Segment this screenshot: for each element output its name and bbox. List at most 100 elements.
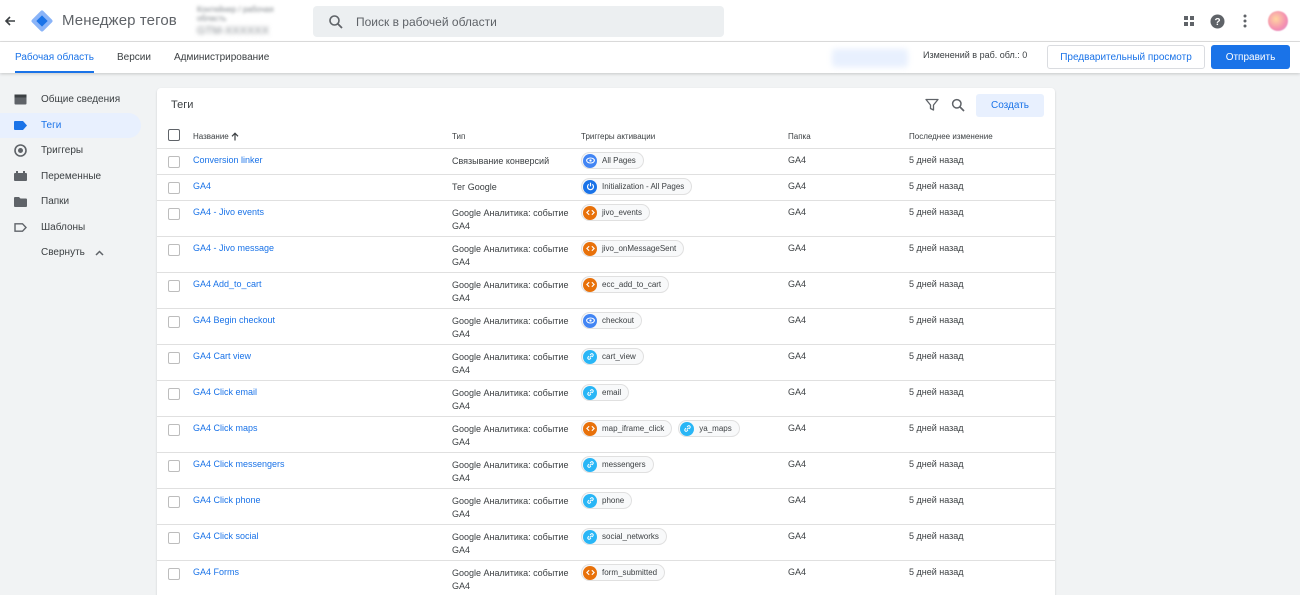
search-icon[interactable] xyxy=(951,98,965,112)
link-click-trigger-icon xyxy=(583,385,597,400)
trigger-chip[interactable]: cart_view xyxy=(581,348,644,365)
trigger-chip[interactable]: checkout xyxy=(581,312,643,329)
table-row[interactable]: GA4 Cart view Google Аналитика: событие G… xyxy=(157,345,1055,381)
submit-button[interactable]: Отправить xyxy=(1211,45,1290,69)
table-row[interactable]: GA4 Click messengers Google Аналитика: со… xyxy=(157,453,1055,489)
table-row[interactable]: GA4 Click social Google Аналитика: событи… xyxy=(157,525,1055,561)
sidebar-item-overview[interactable]: Общие сведения xyxy=(0,87,141,113)
row-checkbox[interactable] xyxy=(168,460,180,472)
table-row[interactable]: Conversion linker Связывание конверсий All… xyxy=(157,149,1055,175)
column-header-name[interactable]: Название xyxy=(193,132,239,141)
column-header-type[interactable]: Тип xyxy=(452,132,465,141)
tag-name-link[interactable]: GA4 Cart view xyxy=(193,351,251,361)
trigger-chip[interactable]: map_iframe_click xyxy=(581,420,673,437)
trigger-chip[interactable]: jivo_events xyxy=(581,204,651,221)
workspace-selector[interactable] xyxy=(832,49,908,67)
sidebar-item-triggers[interactable]: Триггеры xyxy=(0,138,141,164)
column-header-triggers[interactable]: Триггеры активации xyxy=(581,132,655,141)
trigger-chip[interactable]: ecc_add_to_cart xyxy=(581,276,670,293)
table-row[interactable]: GA4 Тег Google Initialization - All Pages G… xyxy=(157,175,1055,201)
trigger-label: cart_view xyxy=(602,352,636,361)
sidebar-item-folders[interactable]: Папки xyxy=(0,189,141,215)
tab-workspace[interactable]: Рабочая область xyxy=(7,42,102,73)
arrow-left-icon[interactable] xyxy=(0,0,20,42)
row-checkbox[interactable] xyxy=(168,532,180,544)
table-row[interactable]: GA4 Click maps Google Аналитика: событие … xyxy=(157,417,1055,453)
tab-admin[interactable]: Администрирование xyxy=(166,42,277,73)
table-row[interactable]: GA4 Forms Google Аналитика: событие GA4 fo… xyxy=(157,561,1055,595)
tag-name-link[interactable]: GA4 - Jivo events xyxy=(193,207,264,217)
trigger-chip[interactable]: messengers xyxy=(581,456,654,473)
tag-name-link[interactable]: GA4 Click maps xyxy=(193,423,258,433)
tag-folder: GA4 xyxy=(788,423,807,433)
row-checkbox[interactable] xyxy=(168,424,180,436)
row-checkbox[interactable] xyxy=(168,352,180,364)
tag-folder: GA4 xyxy=(788,207,807,217)
column-header-modified[interactable]: Последнее изменение xyxy=(909,132,993,141)
table-row[interactable]: GA4 Begin checkout Google Аналитика: собы… xyxy=(157,309,1055,345)
select-all-checkbox[interactable] xyxy=(168,129,180,141)
link-click-trigger-icon xyxy=(583,349,597,364)
trigger-chip[interactable]: social_networks xyxy=(581,528,667,545)
account-selector[interactable]: Контейнер / рабочая область GTM-XXXXXX xyxy=(197,5,297,37)
tag-folder: GA4 xyxy=(788,495,807,505)
trigger-label: phone xyxy=(602,496,625,505)
sidebar-item-tags[interactable]: Теги xyxy=(0,112,141,138)
tab-versions[interactable]: Версии xyxy=(109,42,159,73)
filter-icon[interactable] xyxy=(925,98,939,112)
workspace-search[interactable]: Поиск в рабочей области xyxy=(313,6,724,37)
more-vert-icon[interactable] xyxy=(1232,8,1258,34)
tag-type: Google Аналитика: событие GA4 xyxy=(452,496,569,519)
trigger-chip[interactable]: email xyxy=(581,384,630,401)
trigger-chip[interactable]: jivo_onMessageSent xyxy=(581,240,685,257)
preview-button[interactable]: Предварительный просмотр xyxy=(1047,45,1205,69)
card-header: Теги Создать xyxy=(157,88,1055,122)
trigger-label: jivo_events xyxy=(602,208,643,217)
table-row[interactable]: GA4 Click email Google Аналитика: событие… xyxy=(157,381,1055,417)
tag-name-link[interactable]: GA4 Click messengers xyxy=(193,459,285,469)
tag-name-link[interactable]: Conversion linker xyxy=(193,155,263,165)
sidebar-item-templates[interactable]: Шаблоны xyxy=(0,215,141,241)
row-checkbox[interactable] xyxy=(168,316,180,328)
tag-name-link[interactable]: GA4 - Jivo message xyxy=(193,243,274,253)
help-icon[interactable]: ? xyxy=(1204,8,1230,34)
trigger-chip[interactable]: phone xyxy=(581,492,633,509)
row-checkbox[interactable] xyxy=(168,280,180,292)
trigger-chip[interactable]: ya_maps xyxy=(678,420,740,437)
tag-name-link[interactable]: GA4 Click social xyxy=(193,531,259,541)
row-checkbox[interactable] xyxy=(168,244,180,256)
row-checkbox[interactable] xyxy=(168,208,180,220)
row-checkbox[interactable] xyxy=(168,496,180,508)
sidebar-item-variables[interactable]: Переменные xyxy=(0,164,141,190)
row-checkbox[interactable] xyxy=(168,388,180,400)
table-row[interactable]: GA4 - Jivo events Google Аналитика: событ… xyxy=(157,201,1055,237)
trigger-chip[interactable]: form_submitted xyxy=(581,564,666,581)
tag-name-link[interactable]: GA4 xyxy=(193,181,211,191)
create-tag-button[interactable]: Создать xyxy=(976,94,1044,117)
trigger-chip[interactable]: Initialization - All Pages xyxy=(581,178,693,195)
sidebar-collapse-button[interactable]: Свернуть xyxy=(0,240,150,266)
chevron-up-icon xyxy=(95,248,104,258)
tag-type: Google Аналитика: событие GA4 xyxy=(452,244,569,267)
table-row[interactable]: GA4 - Jivo message Google Аналитика: собы… xyxy=(157,237,1055,273)
tag-folder: GA4 xyxy=(788,531,807,541)
tag-name-link[interactable]: GA4 Begin checkout xyxy=(193,315,275,325)
table-row[interactable]: GA4 Add_to_cart Google Аналитика: событие… xyxy=(157,273,1055,309)
apps-grid-icon[interactable] xyxy=(1176,8,1202,34)
row-checkbox[interactable] xyxy=(168,156,180,168)
workspace-changes-count: Изменений в раб. обл.: 0 xyxy=(923,50,1028,60)
tag-type: Google Аналитика: событие GA4 xyxy=(452,208,569,231)
tag-name-link[interactable]: GA4 Click phone xyxy=(193,495,261,505)
avatar[interactable] xyxy=(1268,11,1288,31)
trigger-icon xyxy=(14,144,27,158)
tag-name-link[interactable]: GA4 Click email xyxy=(193,387,257,397)
row-checkbox[interactable] xyxy=(168,568,180,580)
column-header-folder[interactable]: Папка xyxy=(788,132,811,141)
tag-name-link[interactable]: GA4 Forms xyxy=(193,567,239,577)
tag-type: Google Аналитика: событие GA4 xyxy=(452,388,569,411)
table-row[interactable]: GA4 Click phone Google Аналитика: событие… xyxy=(157,489,1055,525)
trigger-list: ecc_add_to_cart xyxy=(581,276,670,293)
row-checkbox[interactable] xyxy=(168,182,180,194)
trigger-chip[interactable]: All Pages xyxy=(581,152,644,169)
tag-name-link[interactable]: GA4 Add_to_cart xyxy=(193,279,262,289)
